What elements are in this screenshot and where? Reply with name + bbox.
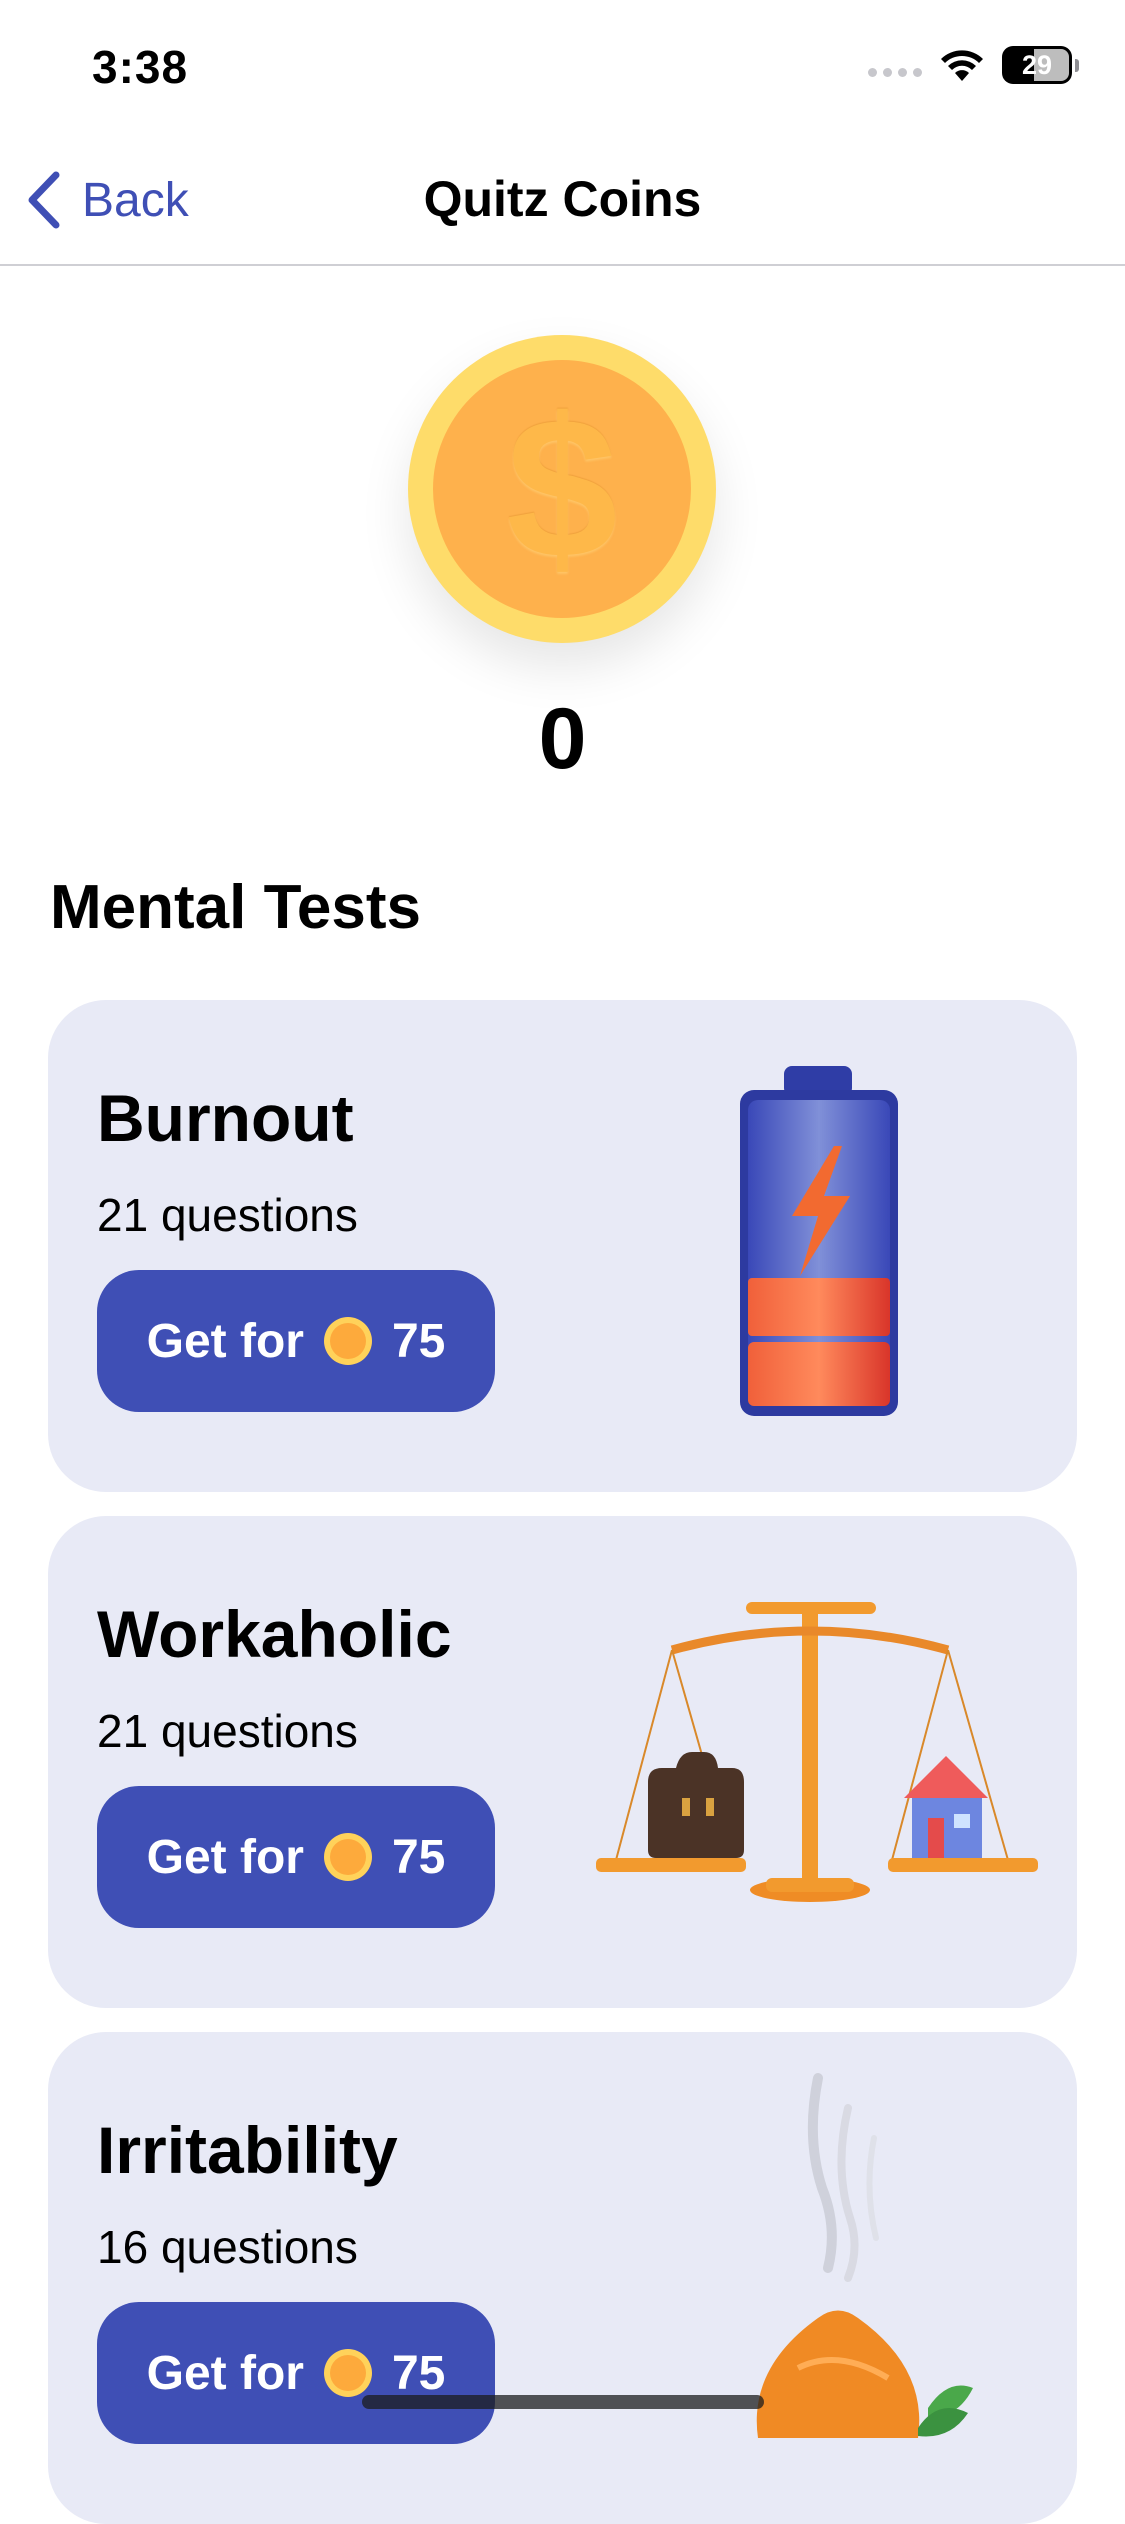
test-card-irritability[interactable]: Irritability 16 questions Get for 75 xyxy=(48,2032,1077,2524)
test-title: Irritability xyxy=(97,2113,398,2187)
diffuser-illustration xyxy=(756,2073,973,2438)
status-bar: 3:38 29 xyxy=(0,0,1125,140)
status-icons: 29 xyxy=(868,46,1079,84)
coin-icon xyxy=(323,1833,372,1881)
battery-icon: 29 xyxy=(1002,46,1079,84)
status-time: 3:38 xyxy=(92,41,189,93)
get-test-button[interactable]: Get for 75 xyxy=(97,2302,495,2444)
navigation-bar: Back Quitz Coins xyxy=(0,140,1125,266)
test-title: Burnout xyxy=(97,1081,354,1155)
test-question-count: 16 questions xyxy=(97,2221,358,2273)
get-test-button[interactable]: Get for 75 xyxy=(97,1270,495,1412)
signal-icon xyxy=(868,67,922,77)
scales-work-home-illustration xyxy=(596,1602,1038,1902)
coin-icon xyxy=(323,1317,372,1365)
section-title: Mental Tests xyxy=(50,873,421,942)
battery-level: 29 xyxy=(1021,49,1053,80)
price: 75 xyxy=(391,1830,446,1884)
get-button-label: Get for xyxy=(146,1830,304,1884)
coin-symbol: $ xyxy=(506,377,618,600)
get-button-label: Get for xyxy=(146,1314,304,1368)
test-card-workaholic[interactable]: Workaholic 21 questions Get for 75 xyxy=(48,1516,1077,2008)
price: 75 xyxy=(391,1314,446,1368)
wifi-icon xyxy=(941,50,983,81)
test-question-count: 21 questions xyxy=(97,1189,358,1241)
battery-illustration xyxy=(740,1066,898,1416)
coin-balance: 0 xyxy=(538,691,587,787)
page-title: Quitz Coins xyxy=(423,171,702,227)
coin-icon xyxy=(323,2349,372,2397)
test-question-count: 21 questions xyxy=(97,1705,358,1757)
dollar-coin-icon: $ xyxy=(408,335,716,643)
test-title: Workaholic xyxy=(97,1597,452,1671)
get-test-button[interactable]: Get for 75 xyxy=(97,1786,495,1928)
home-indicator[interactable] xyxy=(362,2395,764,2409)
get-button-label: Get for xyxy=(146,2346,304,2400)
test-card-burnout[interactable]: Burnout 21 questions Get for 75 xyxy=(48,1000,1077,1492)
price: 75 xyxy=(391,2346,446,2400)
